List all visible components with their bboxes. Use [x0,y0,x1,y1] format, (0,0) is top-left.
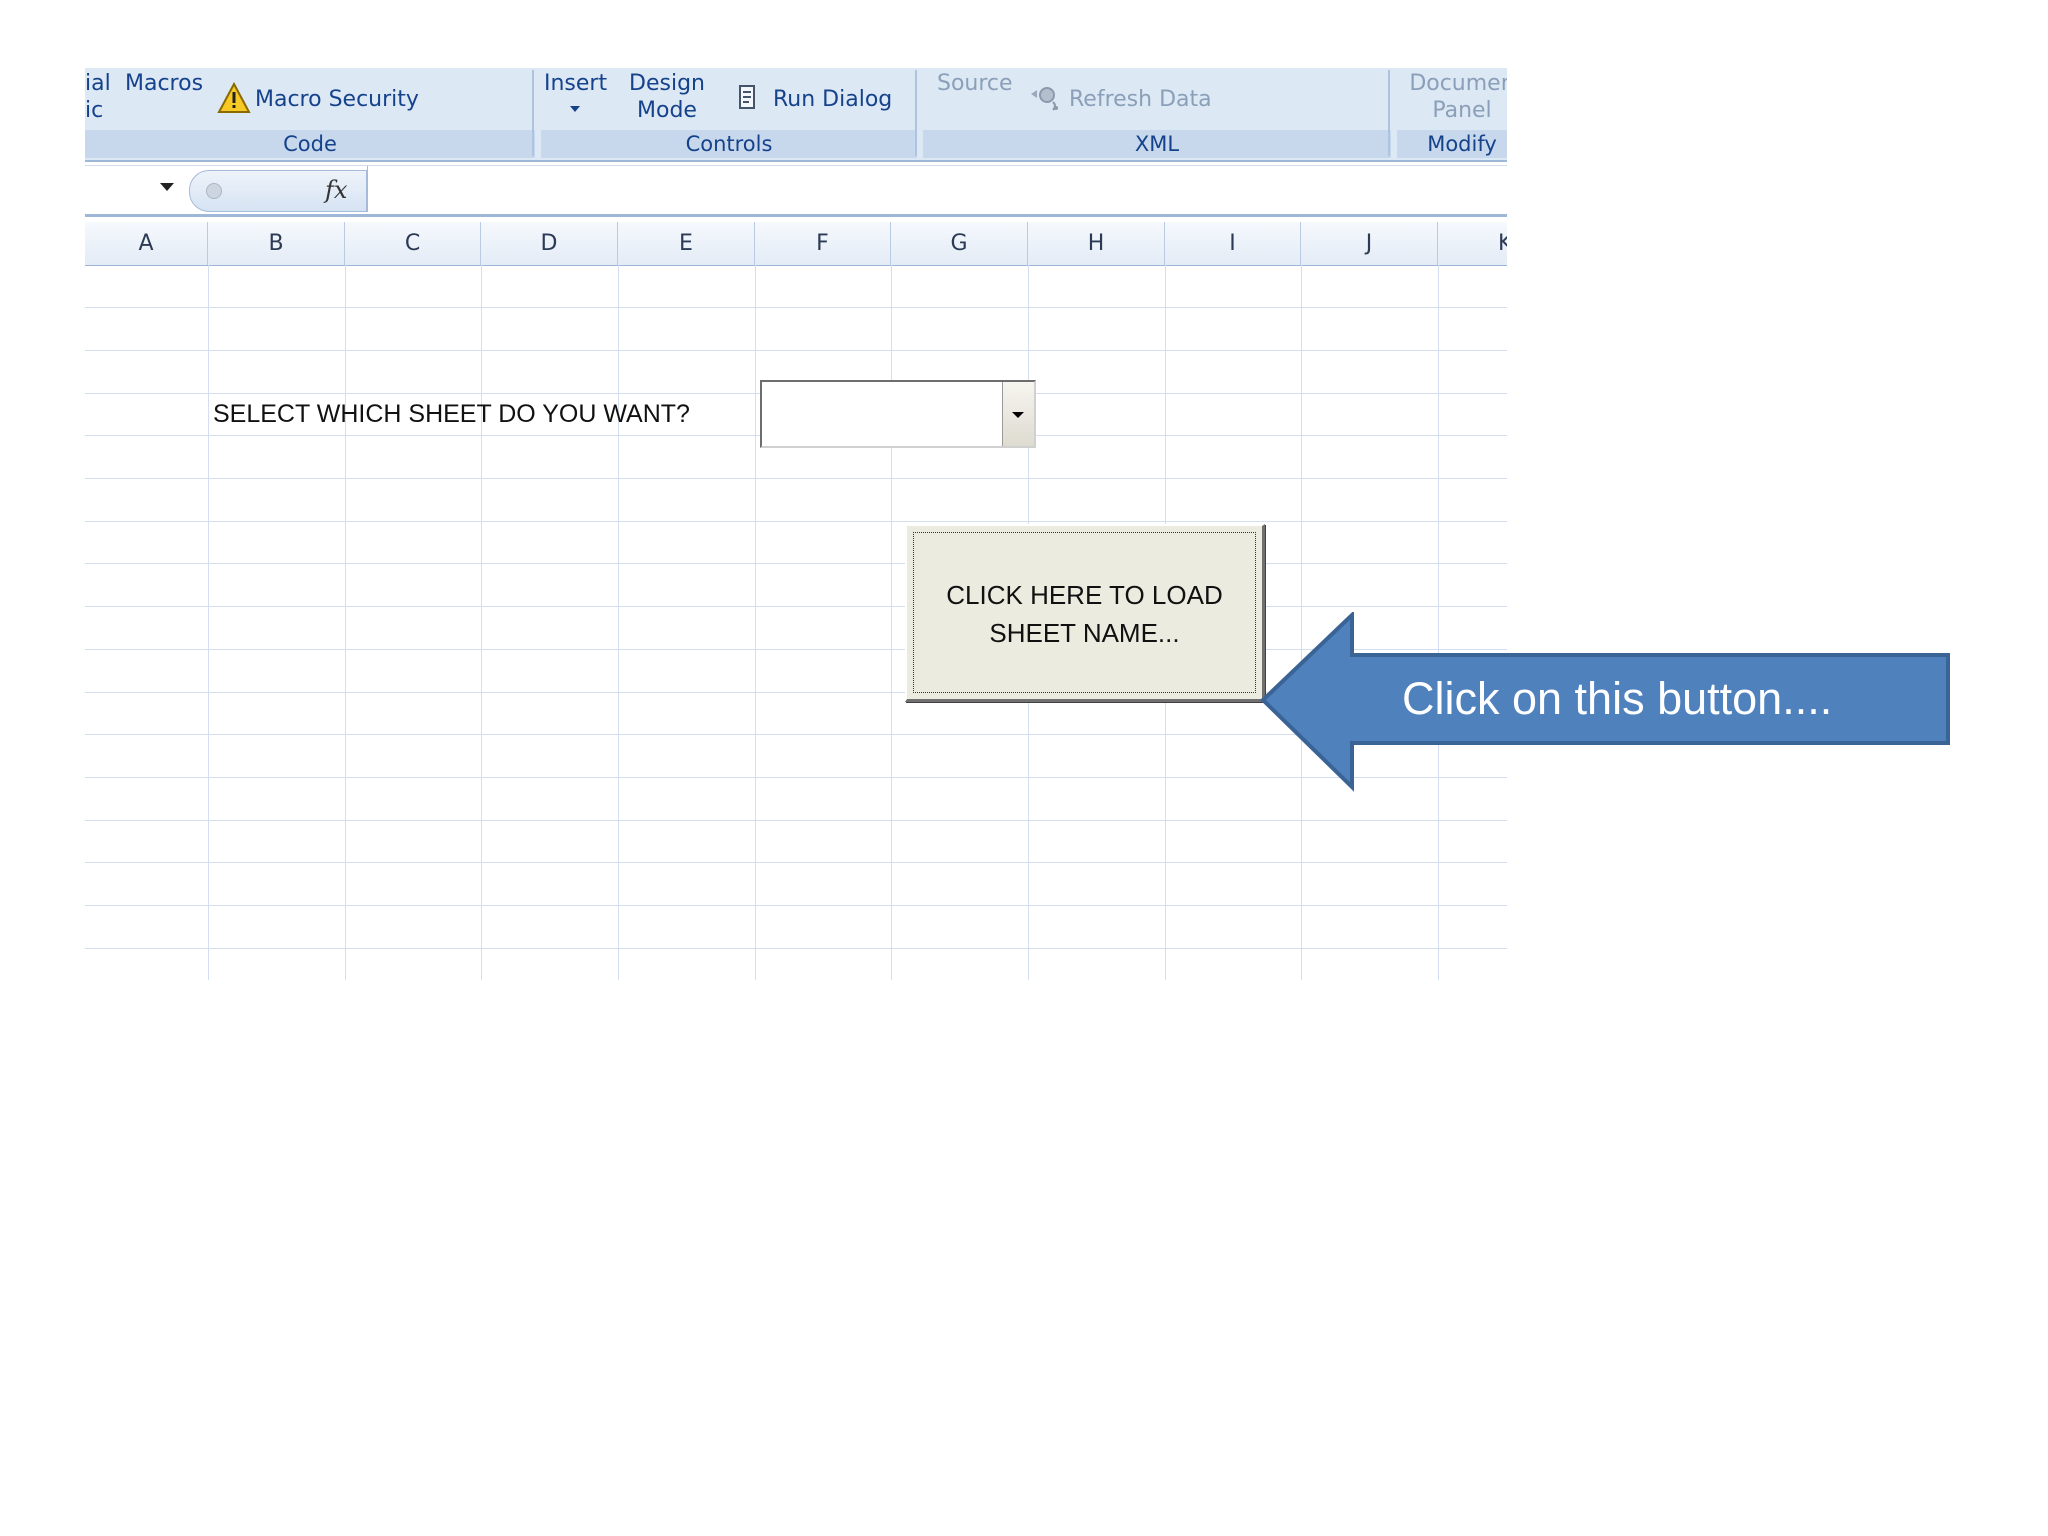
formula-bar: fx [85,165,1512,217]
document-panel-button[interactable]: Documen Panel [1397,70,1507,124]
column-header-i[interactable]: I [1165,222,1301,265]
gridline [208,265,209,980]
group-label-controls: Controls [541,130,917,158]
chevron-down-icon [1012,412,1024,418]
run-dialog-icon [739,85,755,109]
column-header-k[interactable]: K [1438,222,1507,265]
insert-label: Insert [544,71,608,96]
group-label-xml: XML [923,130,1391,158]
chevron-down-icon [570,106,580,112]
expand-handle-icon[interactable] [206,183,222,199]
gridline [755,265,756,980]
visual-basic-label-line2: ic [85,98,104,123]
column-header-g[interactable]: G [891,222,1028,265]
column-header-c[interactable]: C [345,222,481,265]
gridline [481,265,482,980]
sheet-combo-box[interactable] [760,380,1036,448]
gridline [85,478,1507,479]
refresh-data-label: Refresh Data [1069,87,1212,112]
column-header-h[interactable]: H [1028,222,1165,265]
gridline [85,820,1507,821]
design-mode-label-line1: Design [629,71,705,96]
design-mode-button[interactable]: Design Mode [627,70,707,124]
ribbon-group-xml: Source Refresh Data XML [923,68,1391,158]
gridline [85,606,1507,607]
load-sheet-name-label: CLICK HERE TO LOAD SHEET NAME... [907,576,1262,652]
load-sheet-name-button[interactable]: CLICK HERE TO LOAD SHEET NAME... [905,524,1265,702]
column-header-row: A B C D E F G H I J K [85,222,1507,266]
visual-basic-button[interactable]: ial ic [85,70,111,124]
column-header-d[interactable]: D [481,222,618,265]
ribbon-separator [1388,70,1390,156]
gridline [85,862,1507,863]
ribbon-group-controls: Insert Design Mode Run Dialog Controls [541,68,917,158]
column-header-j[interactable]: J [1301,222,1438,265]
load-button-line2: SHEET NAME... [989,618,1180,648]
ribbon-group-modify: Documen Panel Modify [1397,68,1507,158]
gridline [345,265,346,980]
sheet-select-prompt: SELECT WHICH SHEET DO YOU WANT? [213,400,690,428]
ribbon-separator [532,70,534,156]
macro-security-label: Macro Security [255,87,419,112]
gridline [85,350,1507,351]
combo-dropdown-button[interactable] [1002,382,1034,446]
source-button[interactable]: Source [937,70,1013,97]
ribbon-separator [915,70,917,156]
column-header-e[interactable]: E [618,222,755,265]
callout-text: Click on this button.... [1402,673,1833,724]
source-label: Source [937,71,1013,96]
visual-basic-label-line1: ial [85,71,111,96]
formula-input[interactable] [367,166,1512,212]
refresh-data-button[interactable]: Refresh Data [1027,82,1227,116]
gridline [891,265,892,980]
name-box-dropdown-arrow[interactable] [160,183,174,191]
gridline [85,905,1507,906]
column-header-a[interactable]: A [85,222,208,265]
gridline [85,948,1507,949]
gridline [85,563,1507,564]
refresh-data-icon [1031,87,1058,111]
insert-function-button[interactable]: fx [325,176,347,204]
ribbon: ial ic Macros Macro Security Code Insert… [85,68,1507,162]
design-mode-label-line2: Mode [637,98,697,123]
insert-control-button[interactable]: Insert [544,70,616,126]
run-dialog-button[interactable]: Run Dialog [737,82,915,116]
macros-button[interactable]: Macros [125,70,203,97]
run-dialog-label: Run Dialog [773,87,893,112]
group-label-code: Code [85,130,535,158]
gridline [85,307,1507,308]
macros-label: Macros [125,71,204,96]
group-label-modify: Modify [1397,130,1507,158]
worksheet-grid[interactable]: A B C D E F G H I J K SELECT WHICH SHEET… [85,222,1507,980]
document-panel-label-line1: Documen [1409,71,1507,96]
ribbon-group-code: ial ic Macros Macro Security Code [85,68,535,158]
formula-tools: fx [189,170,367,212]
column-header-b[interactable]: B [208,222,345,265]
document-panel-label-line2: Panel [1432,98,1492,123]
load-button-line1: CLICK HERE TO LOAD [946,580,1223,610]
warning-icon [217,82,251,113]
column-header-f[interactable]: F [755,222,891,265]
gridline [85,521,1507,522]
gridline [618,265,619,980]
